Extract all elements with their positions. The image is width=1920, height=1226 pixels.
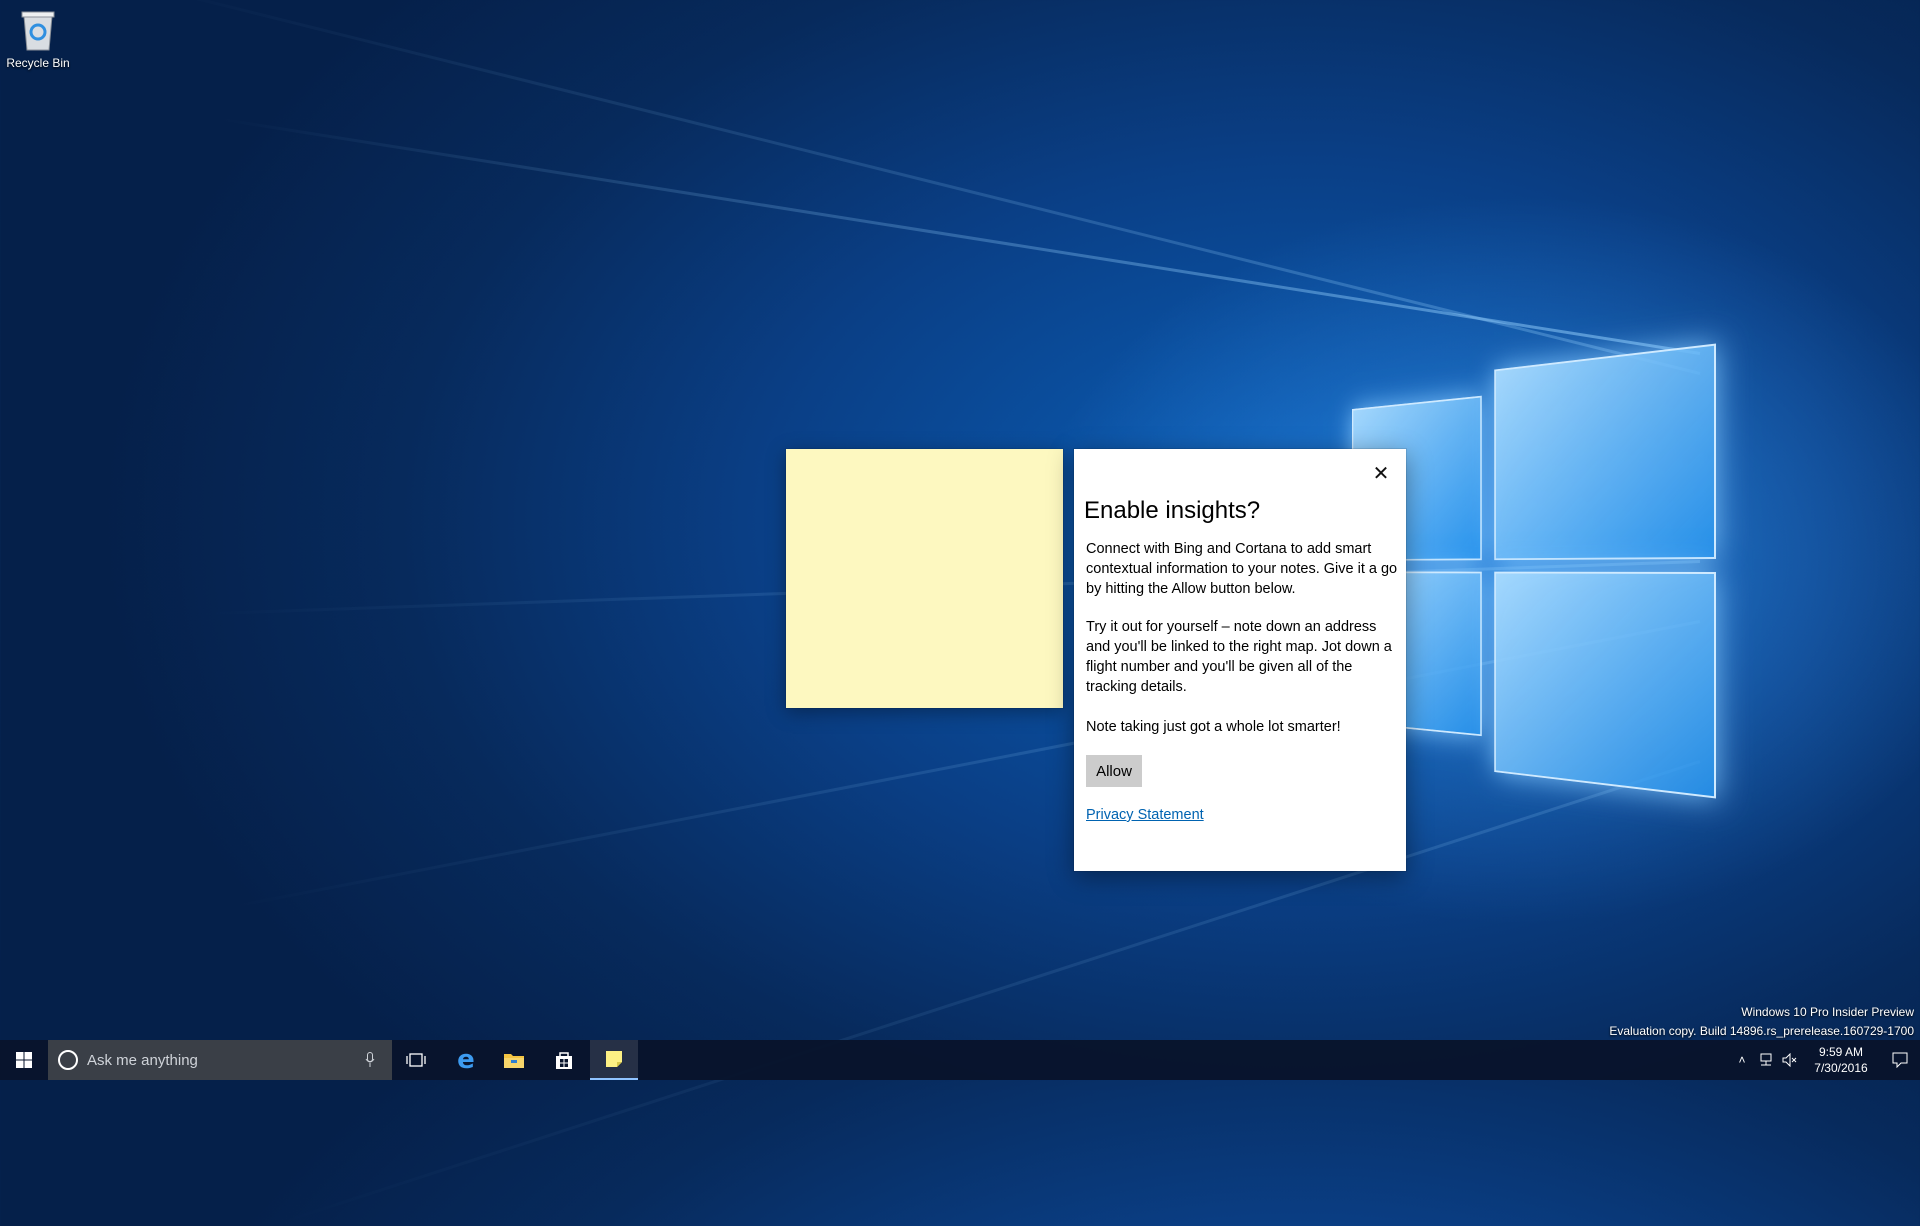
build-watermark-line1: Windows 10 Pro Insider Preview (1741, 1005, 1914, 1019)
dialog-paragraph-2: Try it out for yourself – note down an a… (1086, 619, 1392, 695)
taskbar-app-file-explorer[interactable] (490, 1040, 538, 1080)
taskbar-app-sticky-notes[interactable] (590, 1040, 638, 1080)
chevron-up-icon: ˄ (1738, 1053, 1746, 1067)
desktop-icon-label: Recycle Bin (6, 56, 70, 70)
search-placeholder: Ask me anything (87, 1051, 198, 1069)
dialog-paragraph-1: Connect with Bing and Cortana to add sma… (1086, 541, 1398, 597)
task-view-button[interactable] (392, 1040, 440, 1080)
cortana-icon (58, 1050, 78, 1070)
clock-time: 9:59 AM (1818, 1045, 1864, 1059)
windows-start-icon (16, 1052, 32, 1068)
taskbar: Ask me anything e ˄ 9:59 AM 7/30/2016 (0, 1040, 1920, 1080)
file-explorer-icon (504, 1054, 524, 1068)
volume-muted-icon (1782, 1053, 1797, 1067)
action-center-button[interactable] (1880, 1040, 1920, 1080)
network-icon (1760, 1053, 1772, 1066)
volume-button[interactable] (1778, 1040, 1802, 1080)
build-watermark-line2: Evaluation copy. Build 14896.rs_prerelea… (1609, 1024, 1914, 1038)
task-view-icon (406, 1053, 426, 1067)
close-button[interactable]: ✕ (1368, 461, 1394, 487)
desktop-icon-recycle-bin[interactable]: Recycle Bin (4, 8, 72, 70)
start-button[interactable] (0, 1040, 48, 1080)
microphone-icon[interactable] (360, 1050, 380, 1070)
clock-date: 7/30/2016 (1814, 1061, 1868, 1075)
cortana-search-box[interactable]: Ask me anything (48, 1040, 392, 1080)
edge-icon: e (457, 1045, 475, 1075)
clock[interactable]: 9:59 AM 7/30/2016 (1802, 1044, 1880, 1076)
sticky-note[interactable] (786, 449, 1063, 708)
store-icon (556, 1052, 572, 1069)
recycle-bin-icon (21, 11, 55, 51)
taskbar-app-store[interactable] (540, 1040, 588, 1080)
action-center-icon (1892, 1052, 1908, 1068)
allow-button[interactable]: Allow (1086, 755, 1142, 787)
system-tray: ˄ 9:59 AM 7/30/2016 (1730, 1040, 1920, 1080)
dialog-paragraph-3: Note taking just got a whole lot smarter… (1086, 719, 1341, 735)
enable-insights-dialog: ✕ Enable insights? Connect with Bing and… (1074, 449, 1406, 871)
show-hidden-icons-button[interactable]: ˄ (1730, 1040, 1754, 1080)
network-button[interactable] (1754, 1040, 1778, 1080)
sticky-notes-icon (606, 1051, 622, 1067)
taskbar-app-edge[interactable]: e (442, 1040, 490, 1080)
close-icon: ✕ (1372, 463, 1390, 485)
dialog-title: Enable insights? (1084, 497, 1261, 524)
privacy-statement-link[interactable]: Privacy Statement (1086, 807, 1204, 823)
